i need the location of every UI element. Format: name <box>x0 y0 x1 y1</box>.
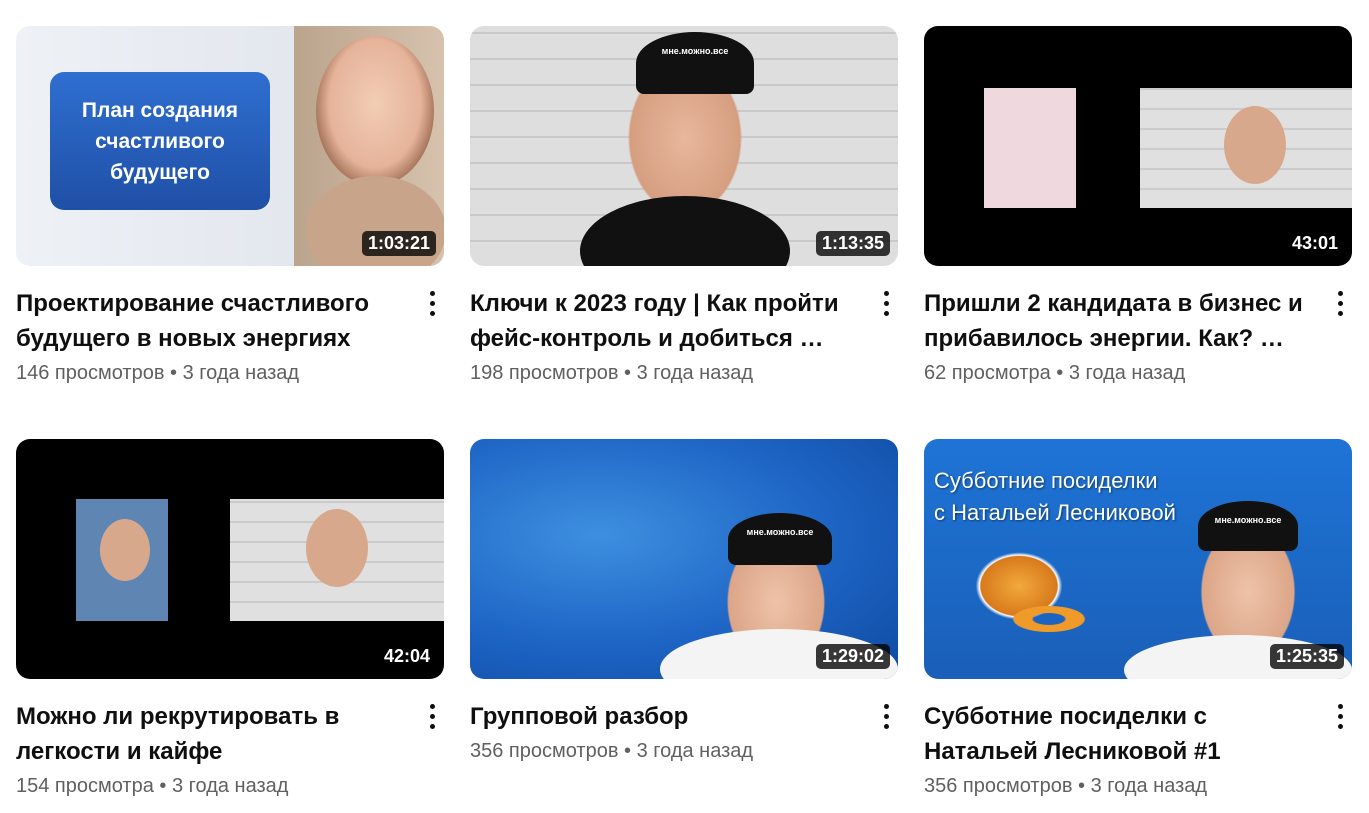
video-title[interactable]: Субботние посиделки с Натальей Лесниково… <box>924 699 1304 769</box>
video-stats: 154 просмотра • 3 года назад <box>16 771 396 801</box>
video-card[interactable]: Субботние посиделки с Натальей Лесниково… <box>924 439 1354 801</box>
video-duration: 1:25:35 <box>1269 644 1344 669</box>
separator: • <box>624 362 632 384</box>
video-title[interactable]: Можно ли рекрутировать в легкости и кайф… <box>16 699 396 769</box>
view-count: 356 просмотров <box>470 740 619 762</box>
view-count: 146 просмотров <box>16 362 165 384</box>
video-thumbnail[interactable]: мне.можно.все 1:13:35 <box>470 26 898 266</box>
video-duration: 42:04 <box>383 646 430 666</box>
bagels-image <box>994 599 1104 639</box>
video-card[interactable]: мне.можно.все 1:29:02 Групповой разбор 3… <box>470 439 900 766</box>
video-title[interactable]: Групповой разбор <box>470 699 850 734</box>
more-actions-icon[interactable] <box>1328 701 1352 731</box>
video-thumbnail[interactable]: 43:01 <box>924 26 1352 266</box>
more-actions-icon[interactable] <box>420 288 444 318</box>
more-actions-icon[interactable] <box>874 701 898 731</box>
video-stats: 62 просмотра • 3 года назад <box>924 358 1304 388</box>
video-card[interactable]: План создания счастливого будущего 1:03:… <box>16 26 446 388</box>
participant-video <box>984 88 1076 208</box>
separator: • <box>159 775 167 797</box>
cap-image: мне.можно.все <box>636 32 754 94</box>
video-stats: 146 просмотров • 3 года назад <box>16 358 396 388</box>
upload-age: 3 года назад <box>1068 362 1186 384</box>
upload-age: 3 года назад <box>636 740 754 762</box>
video-stats: 356 просмотров • 3 года назад <box>924 771 1304 801</box>
upload-age: 3 года назад <box>171 775 289 797</box>
cap-image: мне.можно.все <box>1198 501 1298 551</box>
view-count: 356 просмотров <box>924 775 1073 797</box>
view-count: 198 просмотров <box>470 362 619 384</box>
video-card[interactable]: 43:01 Пришли 2 кандидата в бизнес и приб… <box>924 26 1354 388</box>
video-duration: 1:13:35 <box>815 231 890 256</box>
video-thumbnail[interactable]: Субботние посиделки с Натальей Лесниково… <box>924 439 1352 679</box>
video-thumbnail[interactable]: мне.можно.все 1:29:02 <box>470 439 898 679</box>
upload-age: 3 года назад <box>636 362 754 384</box>
thumbnail-caption: Субботние посиделки с Натальей Лесниково… <box>934 468 1176 525</box>
video-duration: 43:01 <box>1291 233 1338 253</box>
video-title[interactable]: Ключи к 2023 году | Как пройти фейс-конт… <box>470 286 850 356</box>
upload-age: 3 года назад <box>1090 775 1208 797</box>
video-thumbnail[interactable]: 42:04 <box>16 439 444 679</box>
person-image <box>316 36 434 186</box>
video-stats: 198 просмотров • 3 года назад <box>470 358 850 388</box>
video-card[interactable]: мне.можно.все 1:13:35 Ключи к 2023 году … <box>470 26 900 388</box>
view-count: 154 просмотра <box>16 775 154 797</box>
separator: • <box>170 362 178 384</box>
separator: • <box>1078 775 1086 797</box>
video-duration: 1:03:21 <box>361 231 436 256</box>
thumbnail-caption: План создания счастливого будущего <box>50 72 270 210</box>
video-title[interactable]: Проектирование счастливого будущего в но… <box>16 286 396 356</box>
more-actions-icon[interactable] <box>1328 288 1352 318</box>
video-duration: 1:29:02 <box>815 644 890 669</box>
upload-age: 3 года назад <box>182 362 300 384</box>
more-actions-icon[interactable] <box>874 288 898 318</box>
video-stats: 356 просмотров • 3 года назад <box>470 736 850 766</box>
video-card[interactable]: 42:04 Можно ли рекрутировать в легкости … <box>16 439 446 801</box>
video-thumbnail[interactable]: План создания счастливого будущего 1:03:… <box>16 26 444 266</box>
video-title[interactable]: Пришли 2 кандидата в бизнес и прибавилос… <box>924 286 1304 356</box>
view-count: 62 просмотра <box>924 362 1051 384</box>
cap-image: мне.можно.все <box>728 513 832 565</box>
separator: • <box>1056 362 1064 384</box>
separator: • <box>624 740 632 762</box>
more-actions-icon[interactable] <box>420 701 444 731</box>
